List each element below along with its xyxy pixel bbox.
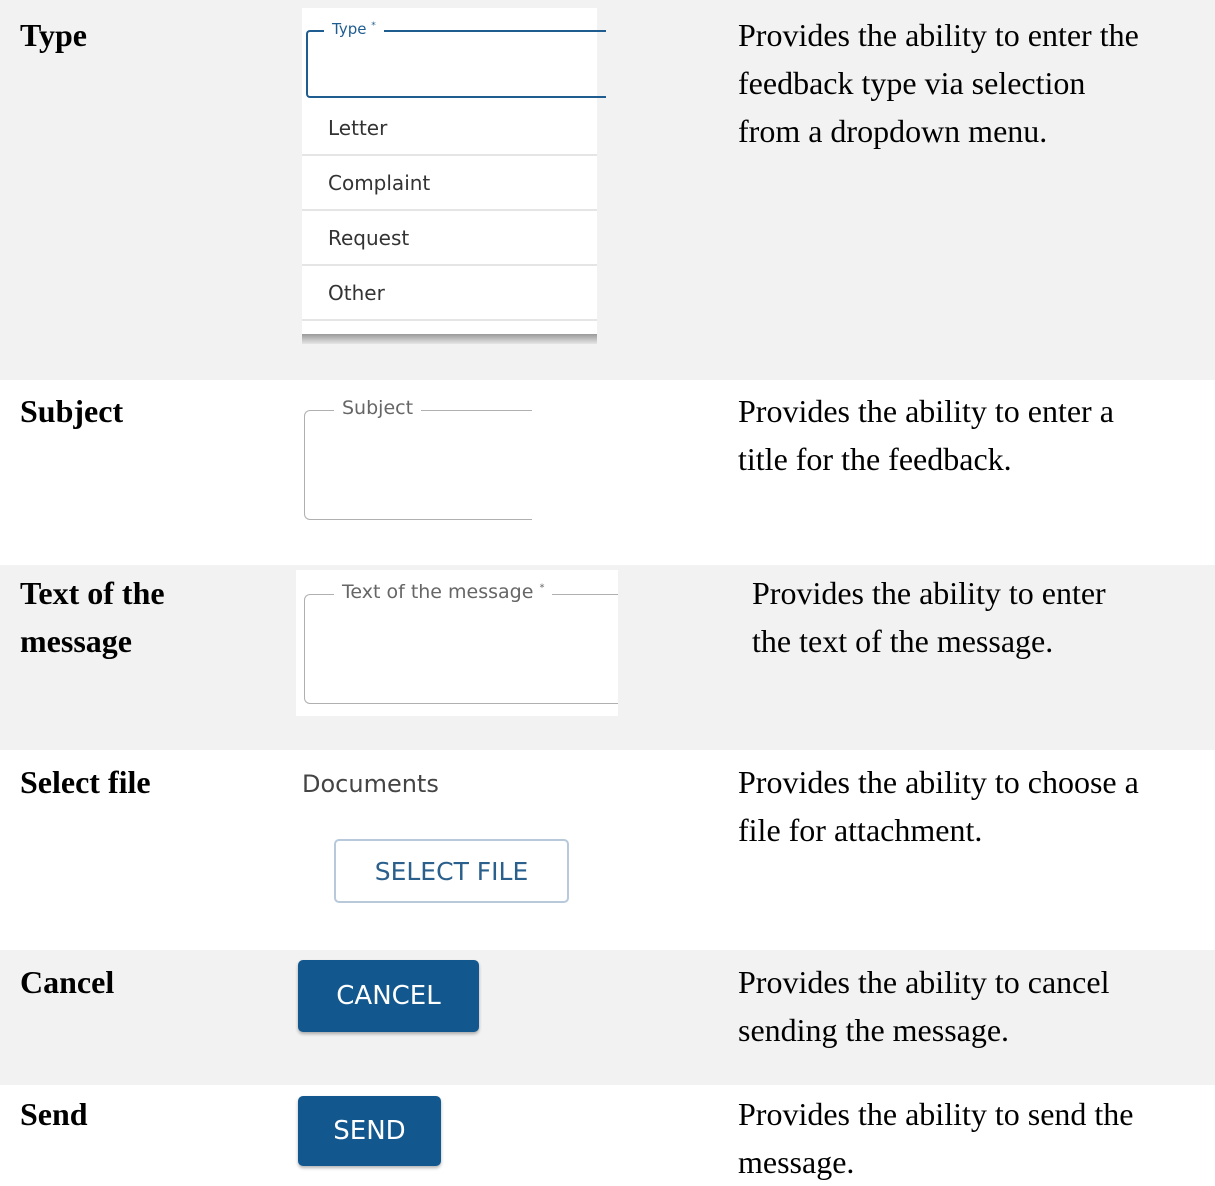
desc-line: Provides the ability to enter the: [738, 17, 1139, 53]
term-select-file: Select file: [20, 764, 151, 800]
message-input[interactable]: [304, 594, 618, 704]
subject-field-label: Subject: [334, 397, 422, 419]
dropdown-option-other[interactable]: Other: [302, 266, 597, 321]
subject-input[interactable]: [304, 410, 532, 520]
desc-line: title for the feedback.: [738, 441, 1012, 477]
row-type: Type Type * Letter Complaint Request Oth…: [0, 0, 1215, 380]
send-button[interactable]: SEND: [298, 1096, 441, 1166]
desc-line: Provides the ability to enter: [752, 575, 1106, 611]
desc-line: file for attachment.: [738, 812, 983, 848]
select-file-button[interactable]: SELECT FILE: [334, 839, 569, 903]
desc-select-file: Provides the ability to choose a file fo…: [738, 758, 1198, 854]
desc-cancel: Provides the ability to cancel sending t…: [738, 958, 1198, 1054]
documents-label: Documents: [302, 770, 439, 798]
dropdown-shadow: [302, 334, 597, 344]
row-cancel: Cancel Provides the ability to cancel se…: [0, 950, 1215, 1085]
row-message: Text of the message Text of the message …: [0, 565, 1215, 750]
dropdown-option-complaint[interactable]: Complaint: [302, 156, 597, 211]
type-select[interactable]: [306, 30, 606, 98]
desc-send: Provides the ability to send the message…: [738, 1090, 1198, 1186]
desc-line: Provides the ability to choose a: [738, 764, 1139, 800]
term-cancel: Cancel: [20, 964, 115, 1000]
desc-line: from a dropdown menu.: [738, 113, 1048, 149]
required-mark: *: [371, 21, 376, 31]
term-subject: Subject: [20, 393, 124, 429]
message-label-text: Text of the message: [342, 581, 534, 603]
desc-line: the text of the message.: [752, 623, 1054, 659]
type-label-text: Type: [332, 20, 367, 38]
desc-line: message.: [738, 1144, 855, 1180]
type-field-label: Type *: [324, 20, 384, 38]
term-line: Text of the: [20, 575, 165, 611]
row-subject: Subject Subject Provides the ability to …: [0, 380, 1215, 565]
term-message: Text of the message: [20, 569, 165, 665]
desc-line: feedback type via selection: [738, 65, 1086, 101]
term-send: Send: [20, 1096, 88, 1132]
dropdown-option-request[interactable]: Request: [302, 211, 597, 266]
desc-line: sending the message.: [738, 1012, 1010, 1048]
desc-type: Provides the ability to enter the feedba…: [738, 11, 1198, 155]
desc-message: Provides the ability to enter the text o…: [752, 569, 1212, 665]
row-send: Send Provides the ability to send the me…: [0, 1085, 1215, 1180]
desc-line: Provides the ability to enter a: [738, 393, 1114, 429]
required-mark: *: [539, 582, 545, 594]
type-dropdown: Type * Letter Complaint Request Other: [302, 8, 606, 344]
term-type: Type: [20, 17, 87, 53]
desc-subject: Provides the ability to enter a title fo…: [738, 387, 1198, 483]
cancel-button[interactable]: CANCEL: [298, 960, 479, 1032]
row-select-file: Select file Documents Provides the abili…: [0, 750, 1215, 950]
desc-line: Provides the ability to send the: [738, 1096, 1134, 1132]
desc-line: Provides the ability to cancel: [738, 964, 1110, 1000]
message-field-label: Text of the message *: [334, 581, 553, 603]
term-line: message: [20, 623, 132, 659]
dropdown-option-letter[interactable]: Letter: [302, 101, 597, 156]
